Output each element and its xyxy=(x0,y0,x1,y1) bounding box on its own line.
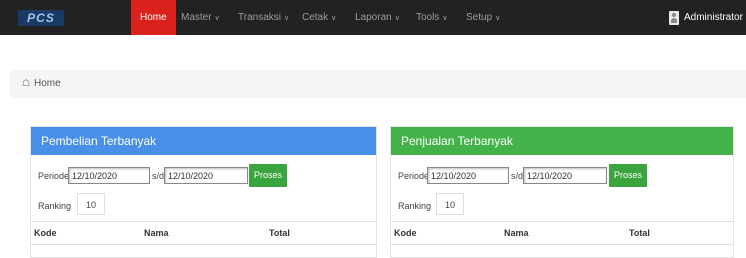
nav-home-label: Home xyxy=(140,12,167,23)
nav-setup[interactable]: Setup∨ xyxy=(466,0,500,35)
pembelian-date-to-input[interactable]: 12/10/2020 xyxy=(164,167,248,184)
user-icon xyxy=(669,11,679,25)
penjualan-proses-button[interactable]: Proses xyxy=(609,164,647,187)
ranking-label: Ranking xyxy=(38,201,71,211)
nav-transaksi-label: Transaksi xyxy=(238,12,281,23)
pembelian-panel: Pembelian Terbanyak Periode 12/10/2020 s… xyxy=(30,126,377,258)
column-header-total: Total xyxy=(269,228,290,238)
nav-tools-label: Tools xyxy=(416,12,439,23)
penjualan-date-to-input[interactable]: 12/10/2020 xyxy=(523,167,607,184)
nav-master-label: Master xyxy=(181,12,212,23)
penjualan-table-header: Kode Nama Total xyxy=(391,221,733,245)
column-header-kode: Kode xyxy=(34,228,57,238)
chevron-down-icon: ∨ xyxy=(284,15,289,22)
penjualan-panel: Penjualan Terbanyak Periode 12/10/2020 s… xyxy=(390,126,734,258)
sd-label: s/d xyxy=(152,171,164,181)
nav-setup-label: Setup xyxy=(466,12,492,23)
periode-label: Periode xyxy=(398,171,429,181)
column-header-nama: Nama xyxy=(504,228,529,238)
column-header-nama: Nama xyxy=(144,228,169,238)
sd-label: s/d xyxy=(511,171,523,181)
brand-logo[interactable]: PCS xyxy=(18,10,64,26)
column-header-kode: Kode xyxy=(394,228,417,238)
chevron-down-icon: ∨ xyxy=(395,15,400,22)
nav-laporan-label: Laporan xyxy=(355,12,392,23)
chevron-down-icon: ∨ xyxy=(495,15,500,22)
pembelian-table-header: Kode Nama Total xyxy=(31,221,376,245)
column-header-total: Total xyxy=(629,228,650,238)
ranking-label: Ranking xyxy=(398,201,431,211)
pembelian-date-from-input[interactable]: 12/10/2020 xyxy=(68,167,150,184)
pembelian-ranking-input[interactable]: 10 xyxy=(77,193,105,215)
pembelian-panel-title: Pembelian Terbanyak xyxy=(31,127,376,155)
nav-home[interactable]: Home xyxy=(131,0,176,35)
breadcrumb: ☖ Home xyxy=(10,70,746,98)
home-icon: ☖ xyxy=(22,78,30,89)
penjualan-date-from-input[interactable]: 12/10/2020 xyxy=(427,167,509,184)
nav-tools[interactable]: Tools∨ xyxy=(416,0,447,35)
penjualan-ranking-input[interactable]: 10 xyxy=(436,193,464,215)
breadcrumb-home[interactable]: Home xyxy=(34,78,61,89)
pembelian-proses-button[interactable]: Proses xyxy=(249,164,287,187)
chevron-down-icon: ∨ xyxy=(215,15,220,22)
chevron-down-icon: ∨ xyxy=(331,15,336,22)
top-navbar: PCS Home Master∨ Transaksi∨ Cetak∨ Lapor… xyxy=(0,0,746,35)
periode-label: Periode xyxy=(38,171,69,181)
nav-transaksi[interactable]: Transaksi∨ xyxy=(238,0,289,35)
user-name: Administrator xyxy=(684,12,743,23)
penjualan-panel-title: Penjualan Terbanyak xyxy=(391,127,733,155)
nav-laporan[interactable]: Laporan∨ xyxy=(355,0,400,35)
nav-master[interactable]: Master∨ xyxy=(181,0,220,35)
user-menu[interactable]: Administrator∨ xyxy=(684,0,746,35)
chevron-down-icon: ∨ xyxy=(442,15,447,22)
nav-cetak-label: Cetak xyxy=(302,12,328,23)
nav-cetak[interactable]: Cetak∨ xyxy=(302,0,336,35)
